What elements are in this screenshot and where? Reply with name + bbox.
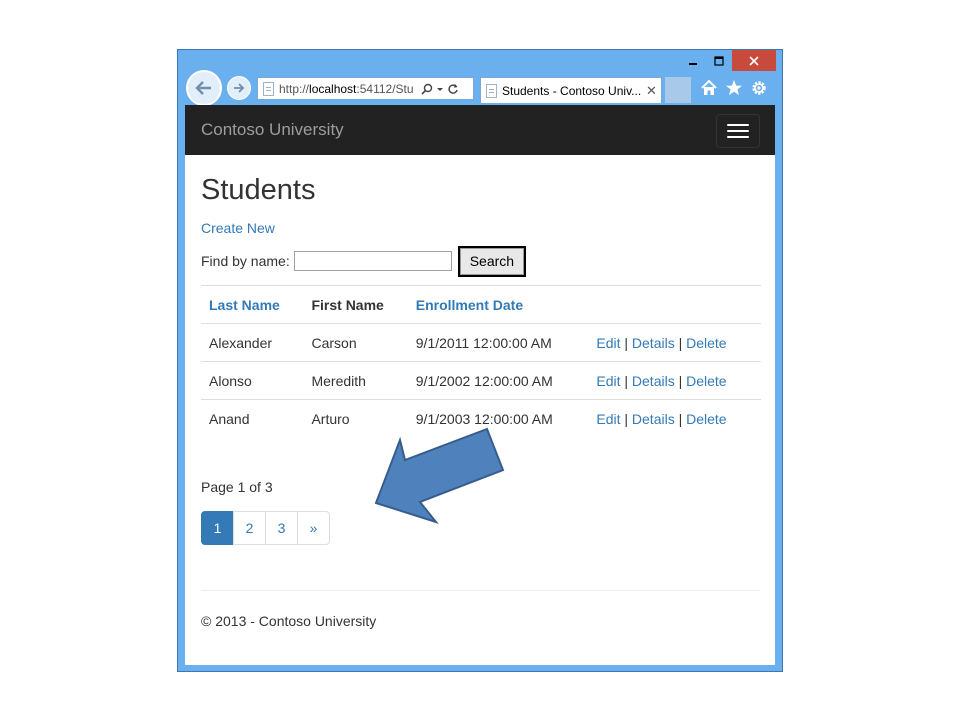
forward-button[interactable] (227, 76, 251, 100)
page-icon (263, 81, 274, 96)
browser-window: http://localhost:54112/Stu Students - Co… (177, 49, 783, 672)
tab-title: Students - Contoso Univ... (502, 83, 642, 98)
window-controls (680, 50, 776, 71)
close-window-button[interactable] (732, 50, 776, 71)
cell-enrollment-date: 9/1/2003 12:00:00 AM (407, 399, 589, 437)
cell-last-name: Alonso (201, 361, 304, 400)
refresh-icon[interactable] (447, 83, 459, 95)
search-input[interactable] (293, 251, 452, 271)
table-header-row: Last Name First Name Enrollment Date (201, 285, 761, 324)
page-link-next[interactable]: » (297, 511, 330, 545)
minimize-button[interactable] (680, 50, 706, 71)
address-tools (421, 83, 459, 95)
hamburger-bar-icon (727, 130, 749, 132)
details-link[interactable]: Details (632, 411, 675, 427)
cell-first-name: Carson (303, 323, 408, 362)
separator: | (624, 372, 629, 389)
cell-first-name: Meredith (303, 361, 408, 400)
site-navbar: Contoso University (185, 105, 775, 155)
url-text: http://localhost:54112/Stu (279, 82, 417, 96)
cell-last-name: Anand (201, 399, 304, 437)
edit-link[interactable]: Edit (596, 411, 620, 427)
brand-link[interactable]: Contoso University (201, 120, 344, 140)
address-bar[interactable]: http://localhost:54112/Stu (257, 77, 474, 100)
delete-link[interactable]: Delete (686, 373, 726, 389)
maximize-icon (714, 55, 724, 66)
header-last-name[interactable]: Last Name (201, 285, 304, 324)
page-link-3[interactable]: 3 (265, 511, 298, 545)
cell-enrollment-date: 9/1/2002 12:00:00 AM (407, 361, 589, 400)
hamburger-bar-icon (727, 124, 749, 126)
url-host: localhost (309, 81, 357, 96)
separator: | (678, 334, 683, 351)
favorites-star-icon[interactable] (725, 79, 743, 97)
back-button[interactable] (186, 70, 222, 106)
delete-link[interactable]: Delete (686, 411, 726, 427)
find-label: Find by name: (201, 253, 290, 269)
pagination: 1 2 3 » (201, 511, 760, 545)
footer-divider (201, 590, 760, 591)
search-icon[interactable] (421, 83, 433, 95)
separator: | (624, 410, 629, 427)
edit-link[interactable]: Edit (596, 335, 620, 351)
table-row: Alonso Meredith 9/1/2002 12:00:00 AM Edi… (201, 361, 761, 400)
maximize-button[interactable] (706, 50, 732, 71)
browser-tab-active[interactable]: Students - Contoso Univ... ✕ (480, 77, 662, 103)
tab-page-icon (486, 83, 497, 98)
table-row: Alexander Carson 9/1/2011 12:00:00 AM Ed… (201, 323, 761, 362)
details-link[interactable]: Details (632, 373, 675, 389)
search-button[interactable]: Search (457, 245, 527, 277)
url-rest: :54112/Stu (356, 81, 414, 96)
gear-icon[interactable] (750, 79, 768, 97)
page-body: Students Create New Find by name: Search… (185, 176, 775, 629)
header-actions (588, 285, 761, 324)
page-link-1[interactable]: 1 (201, 511, 234, 545)
cell-actions: Edit | Details | Delete (588, 323, 761, 362)
header-enrollment-date[interactable]: Enrollment Date (407, 285, 589, 324)
page-link-2[interactable]: 2 (233, 511, 266, 545)
delete-link[interactable]: Delete (686, 335, 726, 351)
browser-toolbar (700, 79, 768, 97)
create-new-link[interactable]: Create New (201, 220, 275, 236)
arrow-right-icon (234, 83, 245, 93)
arrow-left-icon (195, 81, 211, 95)
separator: | (678, 372, 683, 389)
header-first-name: First Name (303, 285, 408, 324)
cell-enrollment-date: 9/1/2011 12:00:00 AM (407, 323, 589, 362)
cell-last-name: Alexander (201, 323, 304, 362)
chevron-down-icon[interactable] (436, 83, 444, 95)
cell-first-name: Arturo (303, 399, 408, 437)
cell-actions: Edit | Details | Delete (588, 361, 761, 400)
hamburger-bar-icon (727, 136, 749, 138)
home-icon[interactable] (700, 79, 718, 97)
url-scheme: http:// (279, 81, 310, 96)
new-tab-button[interactable] (665, 77, 691, 103)
menu-toggle-button[interactable] (716, 114, 760, 148)
tab-close-icon[interactable]: ✕ (646, 83, 657, 99)
students-table: Last Name First Name Enrollment Date Ale… (201, 285, 761, 437)
page-viewport: Contoso University Students Create New F… (185, 105, 775, 665)
edit-link[interactable]: Edit (596, 373, 620, 389)
close-icon (749, 55, 759, 66)
minimize-icon (689, 62, 697, 65)
search-form: Find by name: Search (201, 245, 760, 277)
cell-actions: Edit | Details | Delete (588, 399, 761, 437)
separator: | (624, 334, 629, 351)
details-link[interactable]: Details (632, 335, 675, 351)
page-info-text: Page 1 of 3 (201, 479, 273, 495)
table-row: Anand Arturo 9/1/2003 12:00:00 AM Edit |… (201, 399, 761, 437)
footer-text: © 2013 - Contoso University (201, 613, 377, 629)
separator: | (678, 410, 683, 427)
page-title: Students (201, 174, 316, 206)
